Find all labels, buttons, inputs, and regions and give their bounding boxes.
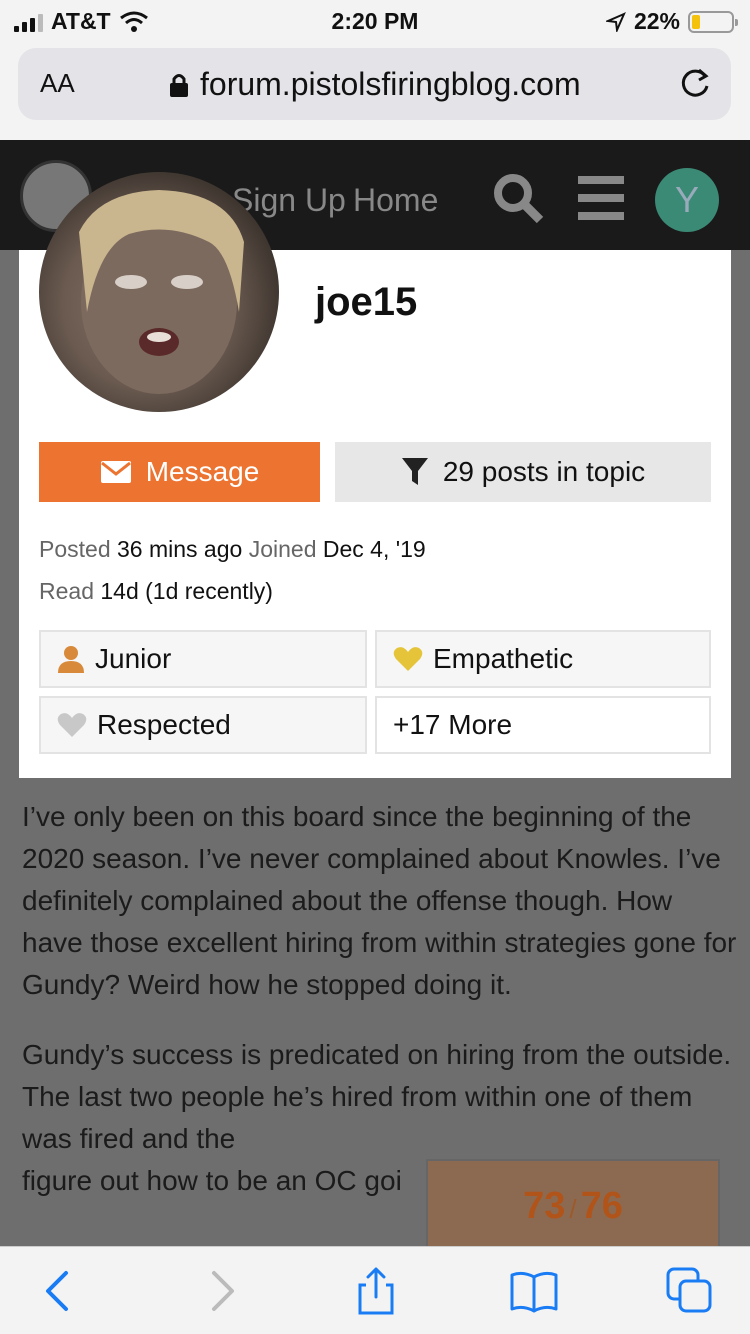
filter-posts-button[interactable]: 29 posts in topic [335, 442, 711, 502]
posts-button-label: 29 posts in topic [442, 456, 646, 487]
hamburger-menu-icon[interactable] [578, 176, 624, 220]
read-recent: (1d recently) [145, 578, 273, 604]
page-content: Sign Up Home Y I’ve only been on this bo… [0, 140, 750, 1246]
read-value: 14d [100, 578, 139, 604]
badge-label: +17 More [393, 709, 513, 740]
topic-progress-text: 73/76 [428, 1185, 718, 1228]
reader-text-size-button[interactable]: AA [40, 68, 75, 99]
filter-icon [401, 458, 428, 485]
read-label: Read [39, 578, 94, 604]
forward-arrow-icon[interactable] [194, 1265, 246, 1317]
badge-label: Respected [97, 709, 231, 740]
posted-value: 36 mins ago [117, 536, 243, 562]
tabs-icon[interactable] [664, 1265, 716, 1317]
progress-current: 73 [523, 1185, 566, 1227]
username[interactable]: joe15 [315, 280, 417, 325]
back-arrow-icon[interactable] [34, 1265, 86, 1317]
url-text: forum.pistolsfiringblog.com [200, 66, 581, 102]
battery-percent: 22% [633, 8, 680, 34]
battery-icon [688, 10, 738, 33]
status-bar: AT&T 2:20 PM 22% [0, 0, 750, 40]
joined-label: Joined [248, 536, 317, 562]
joined-value: Dec 4, '19 [322, 536, 426, 562]
reload-icon[interactable] [677, 66, 713, 102]
heart-icon [57, 713, 87, 737]
badge-label: Junior [95, 643, 172, 674]
url-display[interactable]: forum.pistolsfiringblog.com [168, 66, 581, 103]
user-stats-line: Posted 36 mins ago Joined Dec 4, '19 [39, 536, 426, 563]
post-paragraph: Gundy’s success is predicated on hiring … [22, 1039, 732, 1154]
address-bar[interactable]: AA forum.pistolsfiringblog.com [18, 48, 731, 120]
search-icon[interactable] [490, 170, 546, 226]
share-icon[interactable] [350, 1265, 402, 1317]
badge-more-button[interactable]: +17 More [375, 696, 711, 754]
badge-label: Empathetic [433, 643, 574, 674]
envelope-icon [100, 461, 131, 483]
message-button-label: Message [145, 456, 260, 487]
user-read-line: Read 14d (1d recently) [39, 578, 273, 605]
progress-total: 76 [580, 1185, 623, 1227]
status-right: 22% [605, 8, 738, 35]
bookmarks-icon[interactable] [508, 1265, 560, 1317]
post-paragraph: I’ve only been on this board since the b… [22, 801, 737, 1000]
posted-label: Posted [39, 536, 111, 562]
browser-toolbar [0, 1246, 750, 1334]
location-arrow-icon [605, 11, 626, 32]
nav-home-link[interactable]: Home [353, 182, 438, 219]
message-button[interactable]: Message [39, 442, 320, 502]
progress-separator: / [569, 1194, 577, 1224]
badge-empathetic[interactable]: Empathetic [375, 630, 711, 688]
user-avatar-photo[interactable] [39, 172, 279, 412]
topic-progress[interactable]: 73/76 [426, 1159, 720, 1246]
badge-junior[interactable]: Junior [39, 630, 367, 688]
heart-icon [393, 647, 423, 671]
user-avatar-button[interactable]: Y [655, 168, 719, 232]
person-icon [58, 646, 84, 673]
avatar-image [79, 190, 244, 394]
badge-respected[interactable]: Respected [39, 696, 367, 754]
lock-icon [170, 73, 188, 97]
